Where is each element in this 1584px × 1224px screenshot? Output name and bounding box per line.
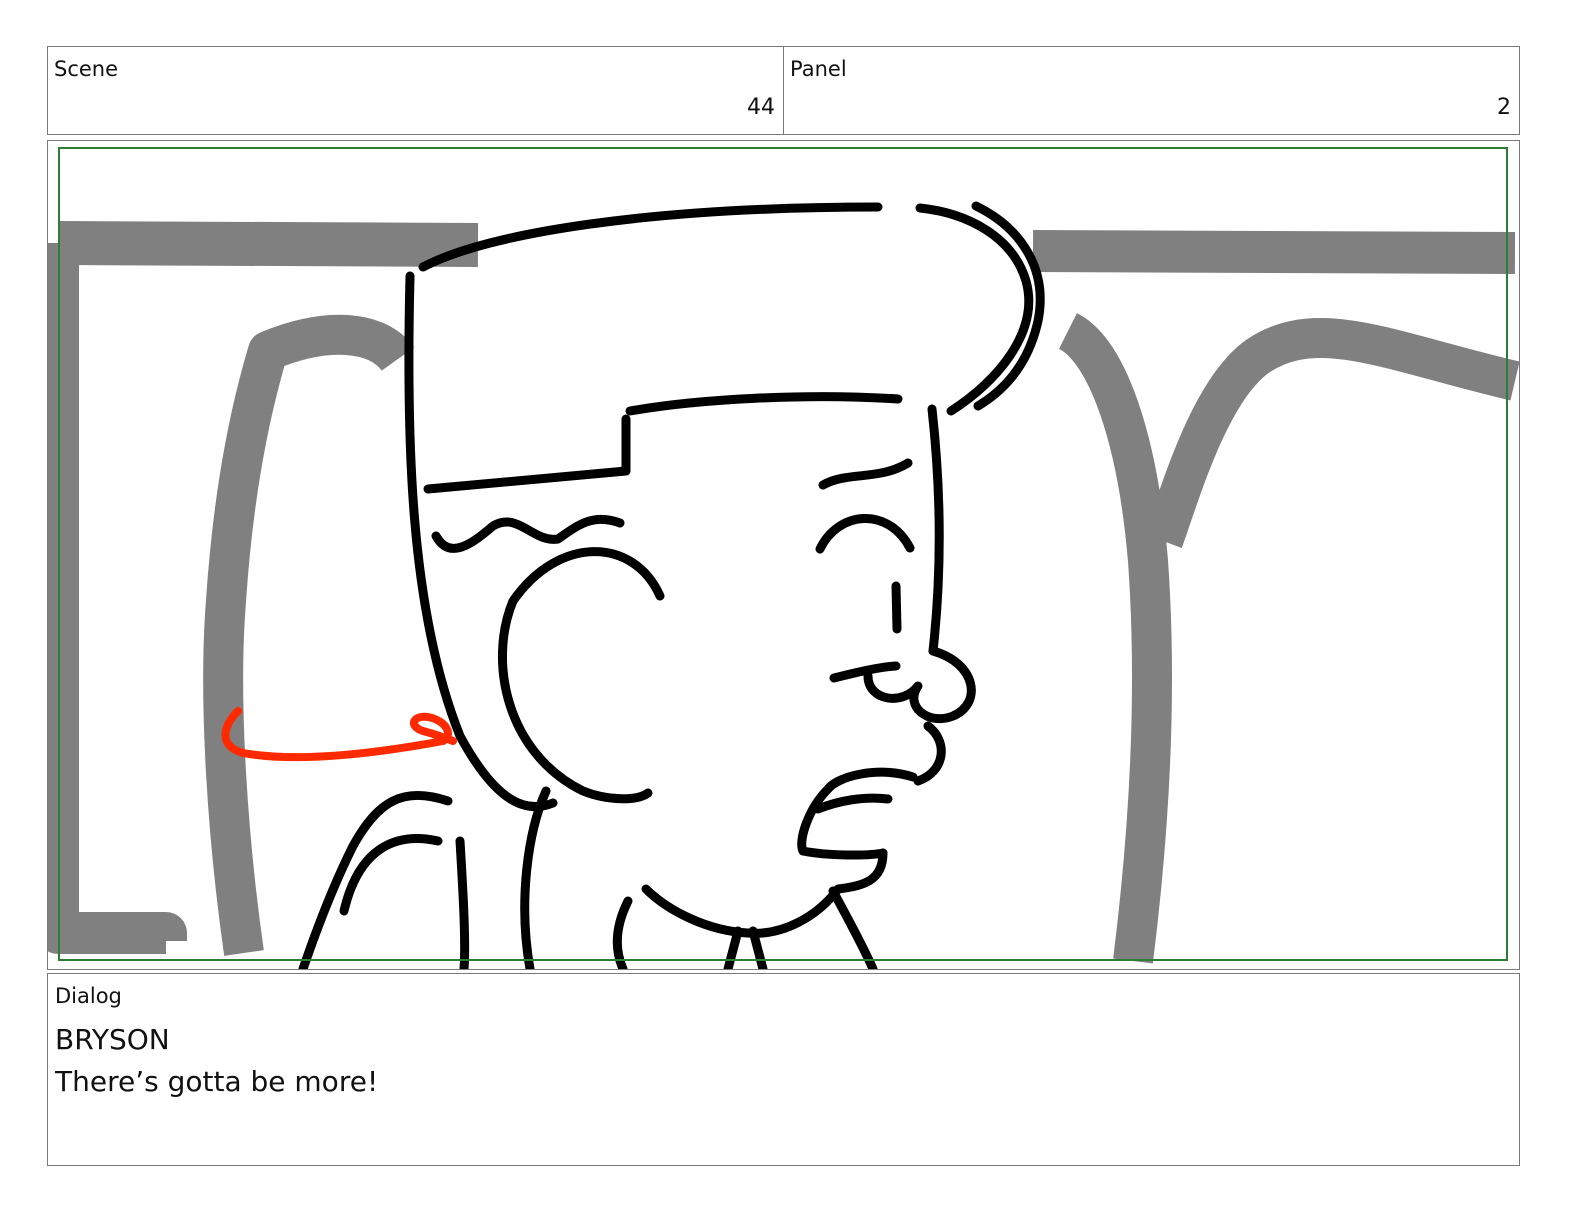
eyebrow [818,458,913,490]
neck-left [612,896,633,969]
shoulder [298,790,453,969]
left-frame-line [48,243,187,954]
storyboard-frame [47,140,1520,970]
nose [863,646,976,724]
head-left-outline [404,271,558,812]
sideburn-wave [431,514,625,553]
dialog-label: Dialog [55,984,122,1008]
scene-number: 44 [747,95,775,120]
storyboard-drawing [48,147,1519,969]
ear [498,547,665,804]
collar-stripe [455,836,470,969]
neck-right [828,886,878,969]
shoulder-inner [339,834,443,916]
right-arch-branch [1144,318,1519,549]
camera-move-arrow [221,707,457,762]
panel-header: Scene 44 Panel 2 [47,46,1520,135]
dialog-speaker: BRYSON [55,1023,170,1056]
eye-mark [891,581,902,634]
background-lines [48,221,1519,964]
dialog-line: There’s gotta be more! [55,1065,379,1098]
scene-cell: Scene 44 [48,47,784,134]
mouth-inner [813,793,893,814]
right-arch-post [1057,313,1173,964]
shirt-fold [723,926,743,969]
panel-label: Panel [790,57,847,81]
hair-top [418,202,883,272]
closed-eye [815,514,915,554]
forehead-line [625,392,903,416]
collar-left [520,786,551,969]
top-right-beam [1032,230,1516,274]
open-mouth [797,767,918,860]
scene-label: Scene [54,57,119,81]
upper-lip [913,721,946,786]
panel-number: 2 [1497,95,1511,120]
fringe-line [423,466,631,494]
character-bryson [298,201,1045,969]
head-right-outline [927,404,944,656]
dialog-box: Dialog BRYSON There’s gotta be more! [47,973,1520,1166]
top-left-beam [57,221,479,267]
panel-cell: Panel 2 [784,47,1519,134]
